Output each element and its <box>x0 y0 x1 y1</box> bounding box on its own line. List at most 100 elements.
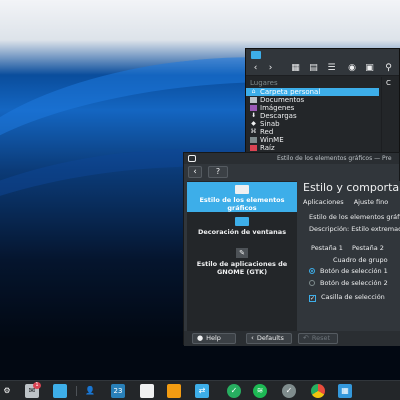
category-widget-style[interactable]: Estilo de los elementos gráficos <box>187 182 297 212</box>
home-icon: ⌂ <box>251 88 256 95</box>
settings-tabs: Aplicaciones Ajuste fino <box>303 198 396 206</box>
search-icon[interactable]: ⚲ <box>383 63 394 74</box>
documents-icon <box>250 97 257 103</box>
security-icon[interactable]: ✓ <box>227 384 241 398</box>
places-item-network[interactable]: ⌘ Red <box>246 128 399 136</box>
file-manager-icon[interactable] <box>53 384 67 398</box>
file-manager-window[interactable]: ‹ › ▦ ▤ ☰ ◉ ▣ ⚲ Lugares ⌂ Carpeta person… <box>245 48 400 167</box>
taskbar: ⚙ ✉ 1 👤 23 ⇄ ✓ ≋ ✓ ▦ <box>0 380 400 400</box>
icons-view-icon[interactable]: ▦ <box>290 63 301 74</box>
radio-label: Botón de selección 2 <box>320 279 388 287</box>
places-item-sinab[interactable]: ◆ Sinab <box>246 120 399 128</box>
unread-badge: 1 <box>33 382 41 389</box>
page-title: Estilo y comportamiento <box>303 181 400 194</box>
back-button[interactable]: ‹ <box>188 166 202 178</box>
tab-applications[interactable]: Aplicaciones <box>303 198 344 206</box>
help-menu-button[interactable]: ? <box>208 166 228 178</box>
help-button-label: Help <box>206 334 221 342</box>
place-label: Red <box>260 128 274 136</box>
taskbar-separator <box>76 386 77 396</box>
compact-view-icon[interactable]: ▤ <box>308 63 319 74</box>
settings-topbar: ‹ ? <box>184 164 400 180</box>
window-titlebar[interactable]: Estilo de los elementos gráficos — Pre <box>184 153 399 164</box>
network-icon: ⌘ <box>250 128 257 135</box>
preview-tab-2[interactable]: Pestaña 2 <box>352 244 384 252</box>
calculator-icon[interactable]: ▦ <box>338 384 352 398</box>
help-button[interactable]: ● Help <box>192 333 236 344</box>
contacts-icon[interactable]: 👤 <box>83 384 97 398</box>
widget-style-label: Estilo de los elementos gráficos: <box>309 213 400 221</box>
category-label: Decoración de ventanas <box>197 228 287 236</box>
reset-button[interactable]: ↶ Reset <box>298 333 338 344</box>
description-label: Descripción: Estilo extremadamente <box>309 225 400 233</box>
places-item-images[interactable]: Imágenes <box>246 104 399 112</box>
settings-bottom-bar: ● Help ‹ Defaults ↶ Reset <box>184 331 400 346</box>
settings-app-icon <box>188 155 196 162</box>
toolbar: ‹ › ▦ ▤ ☰ ◉ ▣ ⚲ <box>246 61 399 76</box>
place-label: WinME <box>260 136 284 144</box>
root-folder-icon <box>250 145 257 151</box>
tab-fine-tuning[interactable]: Ajuste fino <box>354 198 389 206</box>
back-arrow-icon[interactable]: ‹ <box>251 63 260 74</box>
places-item-winme[interactable]: WinME <box>246 136 399 144</box>
tasks-icon[interactable] <box>167 384 181 398</box>
category-window-decoration[interactable]: Decoración de ventanas <box>187 214 297 246</box>
place-label: Descargas <box>260 112 297 120</box>
system-settings-icon[interactable]: ✓ <box>282 384 296 398</box>
downloads-icon: ⬇ <box>250 112 257 119</box>
details-view-icon[interactable]: ☰ <box>326 63 337 74</box>
category-gtk-style[interactable]: ✎ Estilo de aplicaciones de GNOME (GTK) <box>187 246 297 282</box>
place-label: Documentos <box>260 96 305 104</box>
category-label: Estilo de los elementos gráficos <box>199 196 285 212</box>
system-settings-window[interactable]: Estilo de los elementos gráficos — Pre ‹… <box>183 152 400 346</box>
checkbox-checked-icon: ✓ <box>309 295 316 302</box>
preview-checkbox[interactable]: ✓ Casilla de selección <box>309 293 385 302</box>
defaults-arrow-icon: ‹ <box>251 334 254 342</box>
preview-icon[interactable]: ◉ <box>346 63 358 74</box>
spotify-icon[interactable]: ≋ <box>253 384 267 398</box>
places-item-home[interactable]: ⌂ Carpeta personal <box>246 88 379 96</box>
radio-label: Botón de selección 1 <box>320 267 388 275</box>
group-box-label: Cuadro de grupo <box>333 256 388 264</box>
place-label: Imágenes <box>260 104 295 112</box>
reset-arrow-icon: ↶ <box>303 334 309 342</box>
preview-tab-1[interactable]: Pestaña 1 <box>311 244 343 252</box>
column-header[interactable]: C <box>386 79 391 87</box>
preview-radio-2[interactable]: Botón de selección 2 <box>309 279 388 287</box>
places-item-downloads[interactable]: ⬇ Descargas <box>246 112 399 120</box>
place-label: Sinab <box>260 120 280 128</box>
text-editor-icon[interactable] <box>140 384 154 398</box>
calendar-icon[interactable]: 23 <box>111 384 125 398</box>
settings-content: Estilo y comportamiento Aplicaciones Aju… <box>299 181 400 331</box>
preview-radio-1[interactable]: Botón de selección 1 <box>309 267 388 275</box>
category-sidebar: Estilo de los elementos gráficos Decorac… <box>187 181 297 331</box>
drive-icon <box>250 137 257 143</box>
widget-style-icon <box>235 185 249 194</box>
help-icon: ? <box>215 167 221 176</box>
category-label: Estilo de aplicaciones de GNOME (GTK) <box>196 260 288 276</box>
reset-button-label: Reset <box>311 334 331 342</box>
defaults-button[interactable]: ‹ Defaults <box>246 333 292 344</box>
window-titlebar[interactable] <box>246 49 399 61</box>
images-icon <box>250 105 257 111</box>
checkbox-label: Casilla de selección <box>321 293 385 301</box>
gtk-icon: ✎ <box>236 248 248 258</box>
window-decoration-icon <box>235 217 249 226</box>
places-item-documents[interactable]: Documentos <box>246 96 399 104</box>
place-label: Carpeta personal <box>260 88 321 96</box>
places-item-root[interactable]: Raíz <box>246 144 399 152</box>
help-circle-icon: ● <box>197 334 204 342</box>
remote-desktop-icon[interactable]: ⇄ <box>195 384 209 398</box>
forward-arrow-icon[interactable]: › <box>266 63 275 74</box>
places-header: Lugares <box>250 79 278 87</box>
split-view-icon[interactable]: ▣ <box>364 63 375 74</box>
places-list: ⌂ Carpeta personal Documentos Imágenes ⬇… <box>246 88 399 152</box>
defaults-button-label: Defaults <box>256 334 284 342</box>
app-launcher-icon[interactable]: ⚙ <box>0 384 14 398</box>
preview-tabs: Pestaña 1 Pestaña 2 <box>311 244 391 252</box>
folder-icon <box>251 51 261 59</box>
back-arrow-icon: ‹ <box>193 167 197 177</box>
window-title: Estilo de los elementos gráficos — Pre <box>277 155 392 162</box>
chrome-icon[interactable] <box>311 384 325 398</box>
place-label: Raíz <box>260 144 275 152</box>
